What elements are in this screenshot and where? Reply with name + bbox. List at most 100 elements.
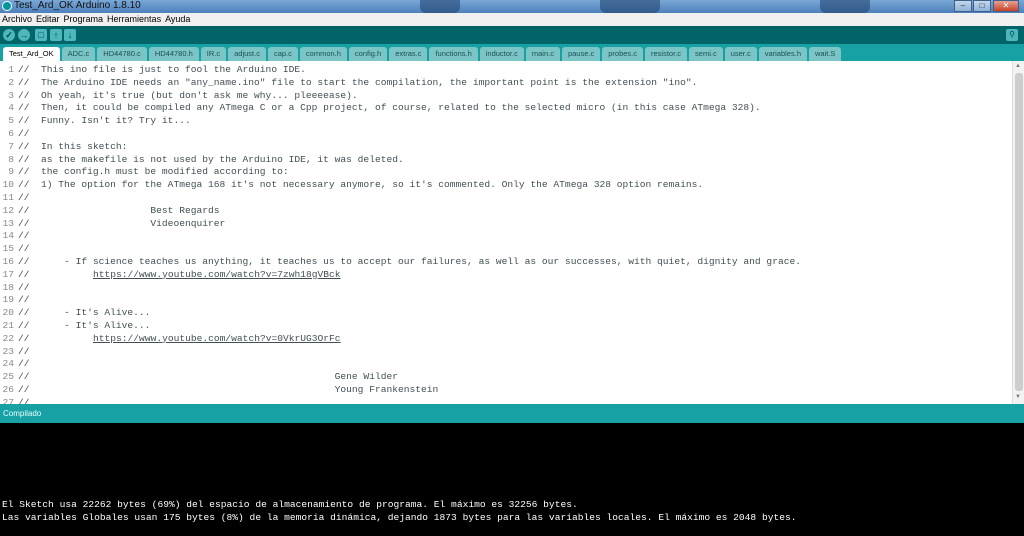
code-line[interactable]: 5 // Funny. Isn't it? Try it... bbox=[0, 115, 1010, 128]
code-text: // bbox=[18, 191, 30, 203]
desktop-decoration bbox=[600, 0, 660, 13]
toolbar: ✓ → □ ↑ ↓ ⚲ bbox=[0, 26, 1024, 44]
title-bar: Test_Ard_OK Arduino 1.8.10 – □ ✕ bbox=[0, 0, 1024, 13]
code-text: // Gene Wilder bbox=[18, 371, 398, 383]
code-line[interactable]: 16 // - If science teaches us anything, i… bbox=[0, 256, 1010, 269]
code-line[interactable]: 25 // Gene Wilder bbox=[0, 371, 1010, 384]
code-lines[interactable]: 1 // This ino file is just to fool the Ar… bbox=[0, 64, 1010, 404]
tab-pause-c[interactable]: pause.c bbox=[561, 47, 601, 61]
save-button[interactable]: ↓ bbox=[64, 29, 76, 41]
tab-wait-s[interactable]: wait.S bbox=[809, 47, 842, 61]
line-number: 16 bbox=[2, 255, 14, 267]
upload-button[interactable]: → bbox=[18, 29, 30, 41]
tab-cap-c[interactable]: cap.c bbox=[267, 47, 298, 61]
scroll-up-icon[interactable]: ▲ bbox=[1015, 63, 1021, 69]
code-line[interactable]: 20 // - It's Alive... bbox=[0, 307, 1010, 320]
menu-ayuda[interactable]: Ayuda bbox=[163, 13, 192, 26]
arrow-right-icon: → bbox=[19, 30, 29, 40]
code-line[interactable]: 13 // Videoenquirer bbox=[0, 218, 1010, 231]
line-number: 3 bbox=[8, 89, 14, 101]
youtube-link[interactable]: https://www.youtube.com/watch?v=7zwh18gV… bbox=[93, 269, 341, 282]
code-text: // In this sketch: bbox=[18, 140, 128, 152]
tab-functions-h[interactable]: functions.h bbox=[429, 47, 478, 61]
line-number: 14 bbox=[2, 230, 14, 242]
code-line[interactable]: 27 // bbox=[0, 397, 1010, 404]
tab-test-ard-ok[interactable]: Test_Ard_OK bbox=[3, 47, 60, 61]
code-line[interactable]: 4 // Then, it could be compiled any ATmeg… bbox=[0, 102, 1010, 115]
code-line[interactable]: 6 // bbox=[0, 128, 1010, 141]
tab-hd44780-c[interactable]: HD44780.c bbox=[97, 47, 147, 61]
minimize-button[interactable]: – bbox=[954, 0, 972, 12]
serial-monitor-button[interactable]: ⚲ bbox=[1006, 29, 1018, 41]
code-line[interactable]: 10 // 1) The option for the ATmega 168 it… bbox=[0, 179, 1010, 192]
line-number: 24 bbox=[2, 358, 14, 370]
code-text: // bbox=[18, 268, 30, 280]
code-text: // Videoenquirer bbox=[18, 217, 226, 229]
code-text: // - It's Alive... bbox=[18, 319, 151, 331]
tab-config-h[interactable]: config.h bbox=[348, 47, 388, 61]
code-line[interactable]: 22 // https://www.youtube.com/watch?v=0Vkr… bbox=[0, 333, 1010, 346]
tab-main-c[interactable]: main.c bbox=[525, 47, 560, 61]
code-text: // - It's Alive... bbox=[18, 307, 151, 319]
menu-editar[interactable]: Editar bbox=[34, 13, 62, 26]
code-line[interactable]: 26 // Young Frankenstein bbox=[0, 384, 1010, 397]
line-number: 17 bbox=[2, 268, 14, 280]
code-line[interactable]: 12 // Best Regards bbox=[0, 205, 1010, 218]
code-text: // Young Frankenstein bbox=[18, 383, 439, 395]
code-line[interactable]: 9 // the config.h must be modified accord… bbox=[0, 166, 1010, 179]
code-text: // Oh yeah, it's true (but don't ask me … bbox=[18, 89, 358, 101]
code-line[interactable]: 7 // In this sketch: bbox=[0, 141, 1010, 154]
arrow-up-icon: ↑ bbox=[53, 30, 59, 40]
line-number: 20 bbox=[2, 307, 14, 319]
window-title: Test_Ard_OK Arduino 1.8.10 bbox=[14, 0, 141, 11]
menu-archivo[interactable]: Archivo bbox=[0, 13, 34, 26]
code-line[interactable]: 1 // This ino file is just to fool the Ar… bbox=[0, 64, 1010, 77]
tab-user-c[interactable]: user.c bbox=[724, 47, 757, 61]
code-text: // bbox=[18, 345, 30, 357]
line-number: 23 bbox=[2, 345, 14, 357]
tab-extras-c[interactable]: extras.c bbox=[389, 47, 428, 61]
youtube-link[interactable]: https://www.youtube.com/watch?v=0VkrUG3O… bbox=[93, 333, 341, 346]
tab-common-h[interactable]: common.h bbox=[299, 47, 347, 61]
code-text: // bbox=[18, 127, 30, 139]
line-number: 19 bbox=[2, 294, 14, 306]
code-line[interactable]: 14 // bbox=[0, 230, 1010, 243]
console-output[interactable]: El Sketch usa 22262 bytes (69%) del espa… bbox=[0, 423, 1024, 536]
tab-hd44780-h[interactable]: HD44780.h bbox=[148, 47, 199, 61]
code-text: // bbox=[18, 396, 30, 404]
line-number: 5 bbox=[8, 115, 14, 127]
code-line[interactable]: 2 // The Arduino IDE needs an "any_name.i… bbox=[0, 77, 1010, 90]
code-line[interactable]: 17 // https://www.youtube.com/watch?v=7zwh… bbox=[0, 269, 1010, 282]
code-text: // This ino file is just to fool the Ard… bbox=[18, 64, 306, 75]
vertical-scrollbar[interactable]: ▲ ▼ bbox=[1012, 61, 1024, 404]
maximize-button[interactable]: □ bbox=[973, 0, 991, 12]
code-line[interactable]: 23 // bbox=[0, 346, 1010, 359]
menu-programa[interactable]: Programa bbox=[62, 13, 106, 26]
tab-inductor-c[interactable]: inductor.c bbox=[479, 47, 524, 61]
tab-adc-c[interactable]: ADC.c bbox=[61, 47, 96, 61]
code-line[interactable]: 19 // bbox=[0, 294, 1010, 307]
verify-button[interactable]: ✓ bbox=[3, 29, 15, 41]
code-line[interactable]: 11 // bbox=[0, 192, 1010, 205]
tab-ir-c[interactable]: IR.c bbox=[200, 47, 227, 61]
open-button[interactable]: ↑ bbox=[50, 29, 62, 41]
menu-herramientas[interactable]: Herramientas bbox=[105, 13, 163, 26]
tab-adjust-c[interactable]: adjust.c bbox=[228, 47, 266, 61]
new-button[interactable]: □ bbox=[35, 29, 47, 41]
code-line[interactable]: 18 // bbox=[0, 282, 1010, 295]
desktop-decoration bbox=[420, 0, 460, 13]
tab-semi-c[interactable]: semi.c bbox=[689, 47, 723, 61]
code-line[interactable]: 8 // as the makefile is not used by the A… bbox=[0, 154, 1010, 167]
tab-variables-h[interactable]: variables.h bbox=[758, 47, 807, 61]
magnifier-icon: ⚲ bbox=[1009, 30, 1015, 39]
code-line[interactable]: 24 // bbox=[0, 358, 1010, 371]
tab-probes-c[interactable]: probes.c bbox=[602, 47, 644, 61]
tab-resistor-c[interactable]: resistor.c bbox=[645, 47, 688, 61]
code-line[interactable]: 15 // bbox=[0, 243, 1010, 256]
scroll-down-icon[interactable]: ▼ bbox=[1015, 394, 1021, 400]
code-line[interactable]: 21 // - It's Alive... bbox=[0, 320, 1010, 333]
code-line[interactable]: 3 // Oh yeah, it's true (but don't ask me… bbox=[0, 90, 1010, 103]
code-editor[interactable]: 1 // This ino file is just to fool the Ar… bbox=[0, 61, 1024, 404]
scrollbar-thumb[interactable] bbox=[1015, 73, 1023, 391]
close-button[interactable]: ✕ bbox=[993, 0, 1019, 12]
